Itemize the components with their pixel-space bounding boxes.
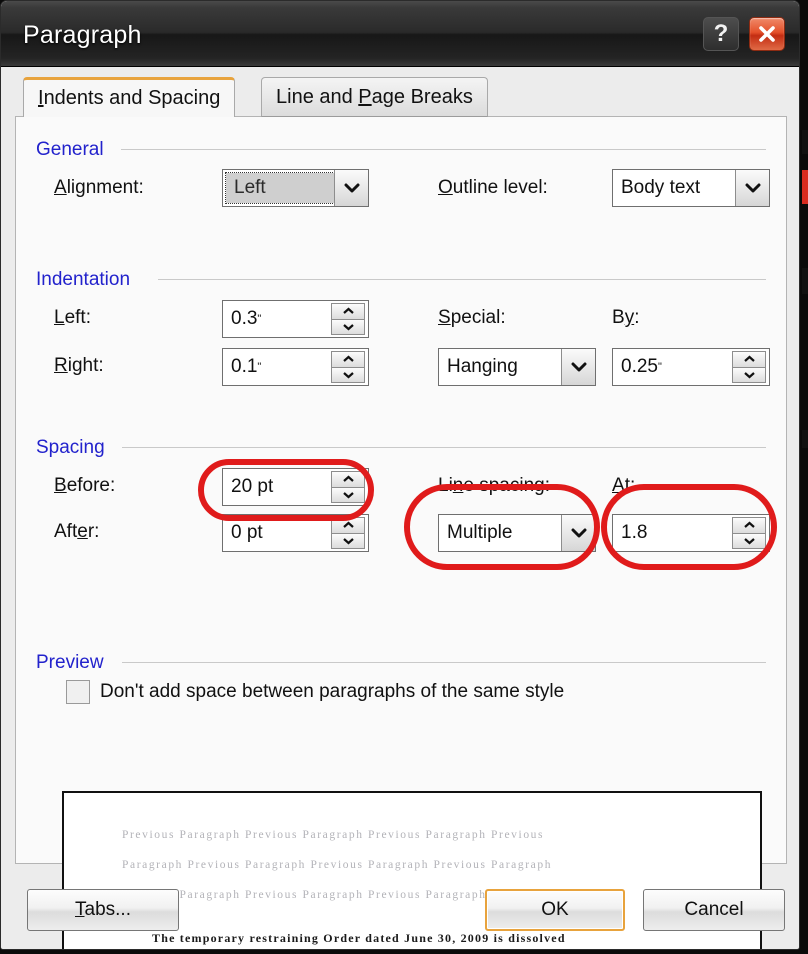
chevron-down-icon[interactable]: [735, 170, 769, 206]
indent-right-value: 0.1 ": [231, 356, 262, 377]
help-button[interactable]: ?: [703, 17, 739, 51]
spacing-after-label: After:: [54, 521, 100, 542]
outline-level-label: Outline level:: [438, 177, 548, 198]
spinner-buttons[interactable]: [331, 471, 365, 503]
spinner-up-icon[interactable]: [331, 517, 365, 533]
group-heading-spacing: Spacing: [36, 437, 105, 458]
tabs-button-label: Tabs...: [75, 899, 131, 920]
spinner-up-icon[interactable]: [331, 471, 365, 487]
tab-label: Indents and Spacing: [38, 87, 221, 109]
by-value: 0.25 ": [621, 356, 662, 377]
indent-left-value: 0.3 ": [231, 308, 262, 329]
spinner-buttons[interactable]: [732, 351, 766, 383]
alignment-combobox[interactable]: Left: [222, 169, 369, 207]
background-artifact: [802, 430, 808, 448]
spinner-up-icon[interactable]: [331, 303, 365, 319]
tab-label: Line and Page Breaks: [276, 85, 473, 108]
background-artifact: [802, 130, 808, 154]
by-label: By:: [612, 307, 640, 328]
spacing-before-label: Before:: [54, 475, 116, 496]
spinner-down-icon[interactable]: [331, 318, 365, 335]
spinner-buttons[interactable]: [331, 303, 365, 335]
cancel-button[interactable]: Cancel: [643, 889, 785, 931]
spacing-after-spinner[interactable]: 0 pt: [222, 514, 369, 552]
background-artifact: [802, 170, 808, 204]
indent-right-spinner[interactable]: 0.1 ": [222, 348, 369, 386]
ok-button-label: OK: [541, 899, 569, 920]
spacing-after-value: 0 pt: [231, 522, 263, 543]
dont-add-space-label: Don't add space between paragraphs of th…: [100, 681, 565, 702]
ok-button[interactable]: OK: [485, 889, 625, 931]
line-spacing-combobox[interactable]: Multiple: [438, 514, 596, 552]
question-mark-icon: ?: [713, 20, 729, 47]
alignment-value: Left: [225, 172, 335, 204]
outline-level-value: Body text: [621, 177, 701, 198]
close-button[interactable]: [749, 17, 785, 51]
spinner-down-icon[interactable]: [331, 366, 365, 383]
background-artifact: [802, 268, 808, 294]
preview-line: Paragraph Previous Paragraph Previous Pa…: [122, 859, 553, 871]
chevron-down-icon[interactable]: [561, 349, 595, 385]
close-icon: [759, 26, 775, 42]
paragraph-dialog: Paragraph ? Indents and Spacing Line and…: [0, 0, 800, 950]
spinner-up-icon[interactable]: [732, 351, 766, 367]
line-spacing-label: Line spacing:: [438, 475, 550, 496]
spinner-down-icon[interactable]: [331, 486, 365, 503]
tab-strip: Indents and Spacing Line and Page Breaks: [15, 77, 787, 117]
dont-add-space-checkbox-row[interactable]: Don't add space between paragraphs of th…: [66, 680, 564, 704]
special-label: Special:: [438, 307, 506, 328]
indent-right-label: Right:: [54, 355, 104, 376]
spinner-up-icon[interactable]: [331, 351, 365, 367]
cancel-button-label: Cancel: [684, 899, 744, 920]
title-bar: Paragraph ?: [1, 1, 799, 67]
spinner-buttons[interactable]: [331, 351, 365, 383]
chevron-down-icon[interactable]: [561, 515, 595, 551]
spinner-buttons[interactable]: [732, 517, 766, 549]
spinner-up-icon[interactable]: [732, 517, 766, 533]
spinner-down-icon[interactable]: [331, 532, 365, 549]
at-value: 1.8: [621, 522, 648, 543]
spacing-before-spinner[interactable]: 20 pt: [222, 468, 369, 506]
chevron-down-icon[interactable]: [334, 170, 368, 206]
special-value: Hanging: [447, 356, 518, 377]
at-spinner[interactable]: 1.8: [612, 514, 770, 552]
special-combobox[interactable]: Hanging: [438, 348, 596, 386]
group-rule-preview: [122, 662, 766, 663]
indent-left-spinner[interactable]: 0.3 ": [222, 300, 369, 338]
spinner-down-icon[interactable]: [732, 366, 766, 383]
group-rule-general: [121, 149, 766, 150]
tab-line-and-page-breaks[interactable]: Line and Page Breaks: [261, 77, 488, 117]
by-spinner[interactable]: 0.25 ": [612, 348, 770, 386]
group-heading-general: General: [36, 139, 104, 160]
tab-content-pane: General Alignment: Left Outline level: B…: [15, 116, 787, 949]
outline-level-combobox[interactable]: Body text: [612, 169, 770, 207]
preview-line: Previous Paragraph Previous Paragraph Pr…: [122, 829, 545, 841]
tabs-button[interactable]: Tabs...: [27, 889, 179, 931]
spacing-before-value: 20 pt: [231, 476, 274, 497]
spinner-buttons[interactable]: [331, 517, 365, 549]
dont-add-space-checkbox[interactable]: [66, 680, 90, 704]
tab-indents-and-spacing[interactable]: Indents and Spacing: [23, 77, 236, 117]
dialog-title: Paragraph: [23, 21, 142, 49]
group-heading-indentation: Indentation: [36, 269, 131, 290]
group-rule-spacing: [122, 447, 766, 448]
preview-sample-text: The temporary restraining Order dated Ju…: [152, 931, 566, 945]
group-rule-indentation: [158, 279, 766, 280]
at-label: At:: [612, 475, 636, 496]
indent-left-label: Left:: [54, 307, 91, 328]
spinner-down-icon[interactable]: [732, 532, 766, 549]
line-spacing-value: Multiple: [447, 522, 513, 543]
alignment-label: Alignment:: [54, 177, 144, 198]
group-heading-preview: Preview: [36, 652, 104, 673]
